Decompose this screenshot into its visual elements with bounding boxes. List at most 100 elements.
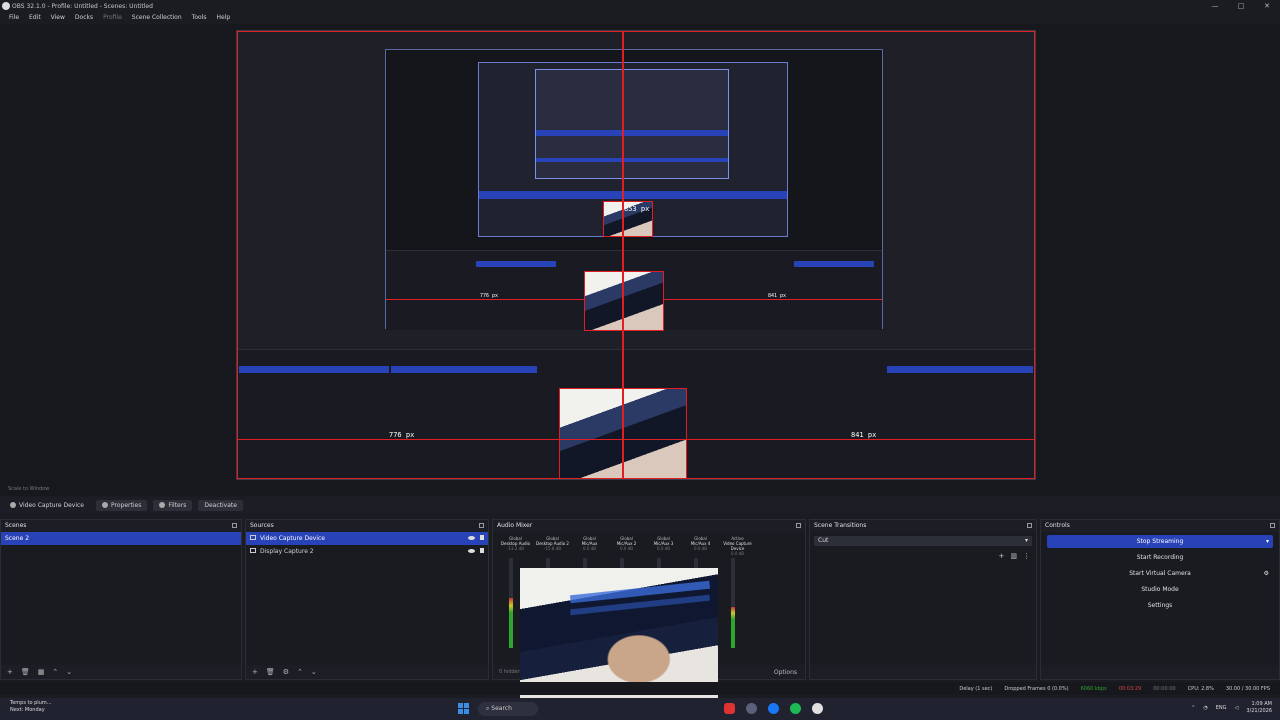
undock-icon[interactable]: [479, 522, 484, 528]
undock-icon[interactable]: [1027, 522, 1032, 528]
more-icon[interactable]: ⋮: [1023, 552, 1030, 560]
close-button[interactable]: ✕: [1254, 0, 1280, 12]
gear-icon[interactable]: ⚙: [1264, 567, 1269, 580]
menu-file[interactable]: File: [4, 12, 24, 24]
obs-taskbar-icon[interactable]: [746, 703, 757, 714]
add-icon[interactable]: +: [252, 668, 258, 676]
language-indicator[interactable]: ENG: [1216, 705, 1227, 711]
nested-bar: [476, 261, 556, 267]
camera-icon: [10, 502, 16, 508]
nested-preview-1: 853 px 776 px 841 px: [385, 49, 883, 331]
move-down-icon[interactable]: ⌄: [66, 668, 72, 676]
volume-meter[interactable]: [731, 558, 735, 648]
lock-icon[interactable]: [480, 535, 484, 540]
gear-icon[interactable]: ⚙: [283, 668, 289, 676]
inner-scene-bar: [239, 366, 389, 373]
source-item[interactable]: Display Capture 2: [246, 545, 488, 558]
source-item[interactable]: Video Capture Device: [246, 532, 488, 545]
chevron-up-icon[interactable]: ⌃: [1191, 705, 1195, 711]
studio-mode-button[interactable]: Studio Mode: [1047, 583, 1273, 596]
visibility-icon[interactable]: [468, 536, 475, 540]
undock-icon[interactable]: [796, 522, 801, 528]
weather-line2: Next: Monday: [10, 707, 45, 713]
facebook-icon[interactable]: [768, 703, 779, 714]
trash-icon[interactable]: ▥: [1010, 552, 1017, 560]
add-icon[interactable]: +: [999, 552, 1005, 560]
channel-db: 0.0 dB: [657, 546, 670, 551]
filters-button[interactable]: Filters: [153, 499, 193, 511]
visibility-icon[interactable]: [468, 549, 475, 553]
hidden-count: 0 hidden: [499, 669, 521, 675]
live-timer: 00:03:29: [1118, 685, 1142, 692]
start-virtual-camera-button[interactable]: Start Virtual Camera ⚙: [1047, 567, 1273, 580]
menu-bar: File Edit View Docks Profile Scene Colle…: [0, 12, 1280, 24]
lock-icon[interactable]: [480, 548, 484, 553]
bitrate-status: 6060 kbps: [1080, 685, 1107, 692]
controls-title: Controls: [1045, 521, 1070, 529]
sources-list: Video Capture Device Display Capture 2: [246, 532, 488, 665]
filter-icon[interactable]: ▦: [38, 668, 45, 676]
menu-tools[interactable]: Tools: [187, 12, 212, 24]
delay-status: Delay (1 sec): [959, 685, 993, 692]
windows-start-icon[interactable]: [458, 703, 469, 714]
transition-actions: + ▥ ⋮: [999, 552, 1031, 560]
youtube-icon[interactable]: [724, 703, 735, 714]
clock[interactable]: 1:09 AM 3/21/2026: [1246, 701, 1272, 715]
network-icon[interactable]: ◔: [1203, 705, 1207, 711]
nested-preview-3: [535, 69, 729, 179]
move-down-icon[interactable]: ⌄: [311, 668, 317, 676]
left-px-label: 776 px: [389, 431, 415, 439]
weather-widget[interactable]: Temps to plum... Next: Monday: [10, 700, 52, 714]
chrome-icon[interactable]: [812, 703, 823, 714]
menu-help[interactable]: Help: [211, 12, 235, 24]
menu-edit[interactable]: Edit: [24, 12, 46, 24]
clock-time: 1:09 AM: [1251, 701, 1272, 707]
transitions-body: Cut ▾ + ▥ ⋮: [810, 532, 1036, 665]
menu-scene-collection[interactable]: Scene Collection: [127, 12, 187, 24]
scale-label[interactable]: Scale to Window: [8, 486, 49, 492]
stop-streaming-label: Stop Streaming: [1136, 538, 1184, 545]
maximize-button[interactable]: □: [1228, 0, 1254, 12]
gear-icon: [102, 502, 109, 508]
volume-meter[interactable]: [509, 558, 513, 648]
search-label: Search: [491, 705, 512, 712]
move-up-icon[interactable]: ⌃: [52, 668, 58, 676]
preview-area[interactable]: 853 px 776 px 841 px 776 px 841 px: [0, 24, 1280, 484]
scene-transitions-dock: Scene Transitions Cut ▾ + ▥ ⋮: [809, 519, 1037, 680]
selected-source: Video Capture Device: [4, 500, 90, 511]
start-recording-button[interactable]: Start Recording: [1047, 551, 1273, 564]
trash-icon[interactable]: 🗑: [21, 668, 30, 676]
scenes-list: Scene 2: [1, 532, 241, 665]
filter-icon: [159, 502, 166, 508]
undock-icon[interactable]: [232, 522, 237, 528]
channel-db: -15.8 dB: [544, 546, 561, 551]
nested-bar: [536, 130, 728, 136]
scene-item-label: Scene 2: [5, 535, 30, 542]
nested-bar: [794, 261, 874, 267]
scenes-footer: + 🗑 ▦ ⌃ ⌄: [1, 665, 241, 679]
minimize-button[interactable]: —: [1202, 0, 1228, 12]
menu-profile[interactable]: Profile: [98, 12, 127, 24]
chevron-down-icon[interactable]: ▾: [1266, 535, 1269, 548]
undock-icon[interactable]: [1270, 522, 1275, 528]
scene-item[interactable]: Scene 2: [1, 532, 241, 545]
preview-canvas[interactable]: 853 px 776 px 841 px 776 px 841 px: [236, 30, 1036, 480]
move-up-icon[interactable]: ⌃: [297, 668, 303, 676]
nested-dock-row: 776 px 841 px: [386, 250, 882, 331]
trash-icon[interactable]: 🗑: [266, 668, 275, 676]
menu-view[interactable]: View: [46, 12, 70, 24]
properties-button[interactable]: Properties: [96, 499, 148, 511]
settings-button[interactable]: Settings: [1047, 599, 1273, 612]
transition-select[interactable]: Cut ▾: [814, 536, 1032, 546]
menu-docks[interactable]: Docks: [70, 12, 98, 24]
spotify-icon[interactable]: [790, 703, 801, 714]
inner-control-bar: [887, 366, 1033, 373]
taskbar-search[interactable]: ⌕ Search: [478, 702, 538, 716]
inner-left-px-label: 776 px: [480, 293, 499, 299]
deactivate-button[interactable]: Deactivate: [198, 499, 243, 511]
mixer-options-button[interactable]: Options: [774, 669, 797, 676]
add-icon[interactable]: +: [7, 668, 13, 676]
transitions-title: Scene Transitions: [814, 521, 867, 529]
stop-streaming-button[interactable]: Stop Streaming ▾: [1047, 535, 1273, 548]
volume-icon[interactable]: ◁: [1235, 705, 1239, 711]
